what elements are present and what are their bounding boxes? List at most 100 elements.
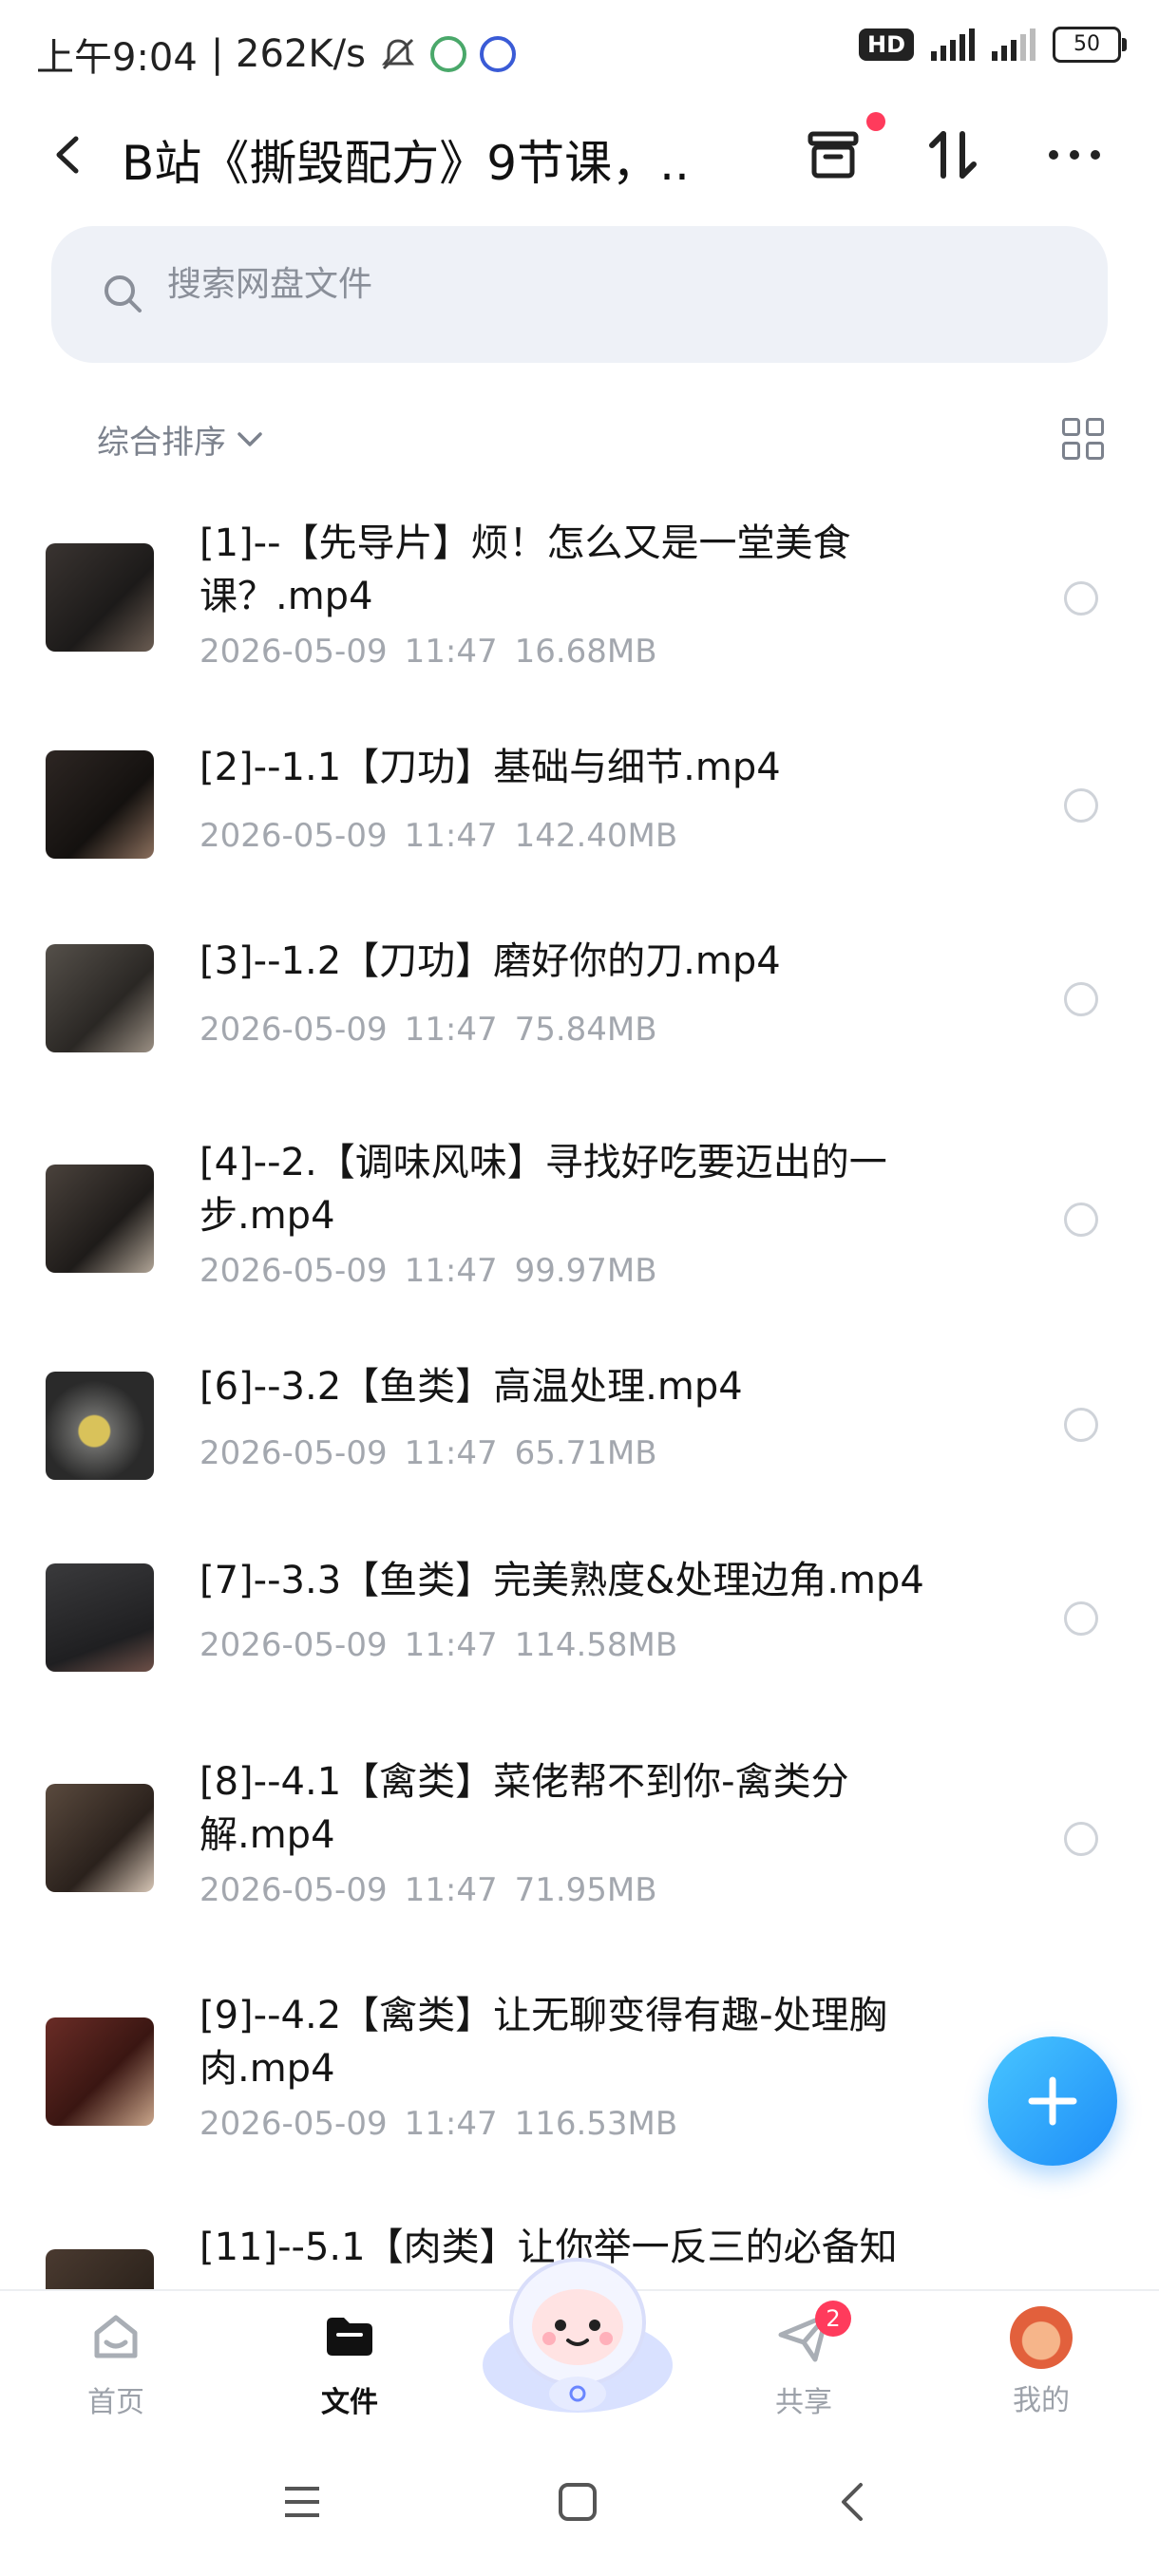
file-name: [7]--3.3【鱼类】完美熟度&处理边角.mp4 xyxy=(200,1559,924,1602)
file-date: 2026-05-09 xyxy=(200,1011,388,1049)
file-size: 65.71MB xyxy=(514,1434,657,1472)
file-name: [2]--1.1【刀功】基础与细节.mp4 xyxy=(200,746,781,789)
file-size: 16.68MB xyxy=(514,633,657,671)
nav-files[interactable]: 文件 xyxy=(283,2306,416,2420)
file-name: [8]--4.1【禽类】菜佬帮不到你-禽类分解.mp4 xyxy=(200,1760,849,1857)
file-size: 75.84MB xyxy=(514,1011,657,1049)
share-badge: 2 xyxy=(815,2301,851,2337)
back-icon[interactable] xyxy=(49,131,87,179)
status-net-speed: | 262K/s xyxy=(210,32,366,76)
sort-button[interactable]: 综合排序 xyxy=(97,416,264,463)
video-thumbnail xyxy=(46,1165,154,1273)
nav-share-label: 共享 xyxy=(775,2386,832,2419)
select-radio[interactable] xyxy=(1064,1601,1098,1636)
select-radio[interactable] xyxy=(1064,581,1098,616)
nav-share[interactable]: 2 共享 xyxy=(737,2301,870,2420)
mute-bell-icon xyxy=(381,38,415,70)
file-time: 11:47 xyxy=(404,1871,498,1909)
sort-label: 综合排序 xyxy=(97,424,226,462)
file-date: 2026-05-09 xyxy=(200,817,388,855)
nav-home-label: 首页 xyxy=(87,2386,144,2419)
folder-icon xyxy=(327,2318,372,2356)
file-date: 2026-05-09 xyxy=(200,633,388,671)
signal-icon-2 xyxy=(992,28,1036,61)
file-meta: 2026-05-09 11:47 142.40MB xyxy=(200,817,694,855)
file-size: 142.40MB xyxy=(514,817,678,855)
menu-icon[interactable] xyxy=(281,2481,323,2523)
search-icon xyxy=(104,275,142,313)
file-meta: 2026-05-09 11:47 116.53MB xyxy=(200,2105,694,2143)
file-meta: 2026-05-09 11:47 75.84MB xyxy=(200,1011,674,1049)
video-thumbnail xyxy=(46,1784,154,1892)
file-date: 2026-05-09 xyxy=(200,1626,388,1664)
file-meta: 2026-05-09 11:47 99.97MB xyxy=(200,1252,674,1290)
grid-view-icon[interactable] xyxy=(1062,418,1104,460)
chevron-down-icon xyxy=(238,431,262,446)
file-meta: 2026-05-09 11:47 114.58MB xyxy=(200,1626,694,1664)
page-title: B站《撕毁配方》9节课，... xyxy=(122,136,692,191)
file-name: [6]--3.2【鱼类】高温处理.mp4 xyxy=(200,1365,743,1409)
file-time: 11:47 xyxy=(404,1252,498,1290)
nav-mine-label: 我的 xyxy=(1013,2384,1070,2417)
notification-dot xyxy=(866,112,885,131)
more-icon[interactable] xyxy=(1041,122,1108,188)
file-size: 114.58MB xyxy=(514,1626,678,1664)
mascot-assistant-button[interactable] xyxy=(473,2232,682,2422)
nav-home[interactable]: 首页 xyxy=(49,2306,182,2420)
add-button[interactable] xyxy=(988,2036,1117,2166)
nav-files-label: 文件 xyxy=(321,2386,378,2419)
file-date: 2026-05-09 xyxy=(200,2105,388,2143)
status-left: 上午9:04 | 262K/s xyxy=(36,27,516,82)
video-thumbnail xyxy=(46,1563,154,1672)
file-time: 11:47 xyxy=(404,817,498,855)
file-size: 116.53MB xyxy=(514,2105,678,2143)
video-thumbnail xyxy=(46,944,154,1052)
video-thumbnail xyxy=(46,543,154,652)
select-radio[interactable] xyxy=(1064,1822,1098,1856)
file-size: 71.95MB xyxy=(514,1871,657,1909)
home-square-icon[interactable] xyxy=(557,2481,598,2523)
file-time: 11:47 xyxy=(404,1011,498,1049)
video-thumbnail xyxy=(46,2017,154,2126)
search-input[interactable] xyxy=(165,264,1024,305)
file-time: 11:47 xyxy=(404,1434,498,1472)
home-icon xyxy=(94,2315,138,2358)
file-meta: 2026-05-09 11:47 16.68MB xyxy=(200,633,674,671)
file-name: [4]--2.【调味风味】寻找好吃要迈出的一步.mp4 xyxy=(200,1141,887,1238)
file-name: [3]--1.2【刀功】磨好你的刀.mp4 xyxy=(200,939,781,983)
status-time: 上午9:04 xyxy=(36,36,198,80)
file-time: 11:47 xyxy=(404,633,498,671)
file-meta: 2026-05-09 11:47 71.95MB xyxy=(200,1871,674,1909)
avatar xyxy=(1010,2306,1073,2369)
header: B站《撕毁配方》9节课，... xyxy=(0,104,1159,199)
select-radio[interactable] xyxy=(1064,1408,1098,1442)
status-bar: 上午9:04 | 262K/s HD 50 xyxy=(0,0,1159,104)
app-notify-icon xyxy=(429,36,466,72)
transfer-icon[interactable] xyxy=(920,122,986,188)
file-time: 11:47 xyxy=(404,1626,498,1664)
status-right: HD 50 xyxy=(858,27,1127,63)
archive-box-icon[interactable] xyxy=(800,112,885,188)
file-meta: 2026-05-09 11:47 65.71MB xyxy=(200,1434,674,1472)
video-thumbnail xyxy=(46,1372,154,1480)
file-size: 99.97MB xyxy=(514,1252,657,1290)
app-notify-icon-2 xyxy=(479,36,516,72)
back-arrow-icon[interactable] xyxy=(832,2481,874,2523)
battery-icon: 50 xyxy=(1053,27,1127,63)
search-bar[interactable] xyxy=(51,226,1108,363)
system-nav-bar xyxy=(0,2443,1159,2576)
select-radio[interactable] xyxy=(1064,788,1098,823)
select-radio[interactable] xyxy=(1064,1203,1098,1237)
video-thumbnail xyxy=(46,750,154,859)
plus-icon xyxy=(1028,2076,1077,2126)
file-time: 11:47 xyxy=(404,2105,498,2143)
file-date: 2026-05-09 xyxy=(200,1434,388,1472)
file-name: [9]--4.2【禽类】让无聊变得有趣-处理胸肉.mp4 xyxy=(200,1994,887,2091)
file-date: 2026-05-09 xyxy=(200,1252,388,1290)
file-date: 2026-05-09 xyxy=(200,1871,388,1909)
nav-mine[interactable]: 我的 xyxy=(975,2306,1108,2418)
video-thumbnail xyxy=(46,2249,154,2289)
select-radio[interactable] xyxy=(1064,982,1098,1016)
hd-badge: HD xyxy=(858,28,914,61)
signal-icon xyxy=(931,28,975,61)
